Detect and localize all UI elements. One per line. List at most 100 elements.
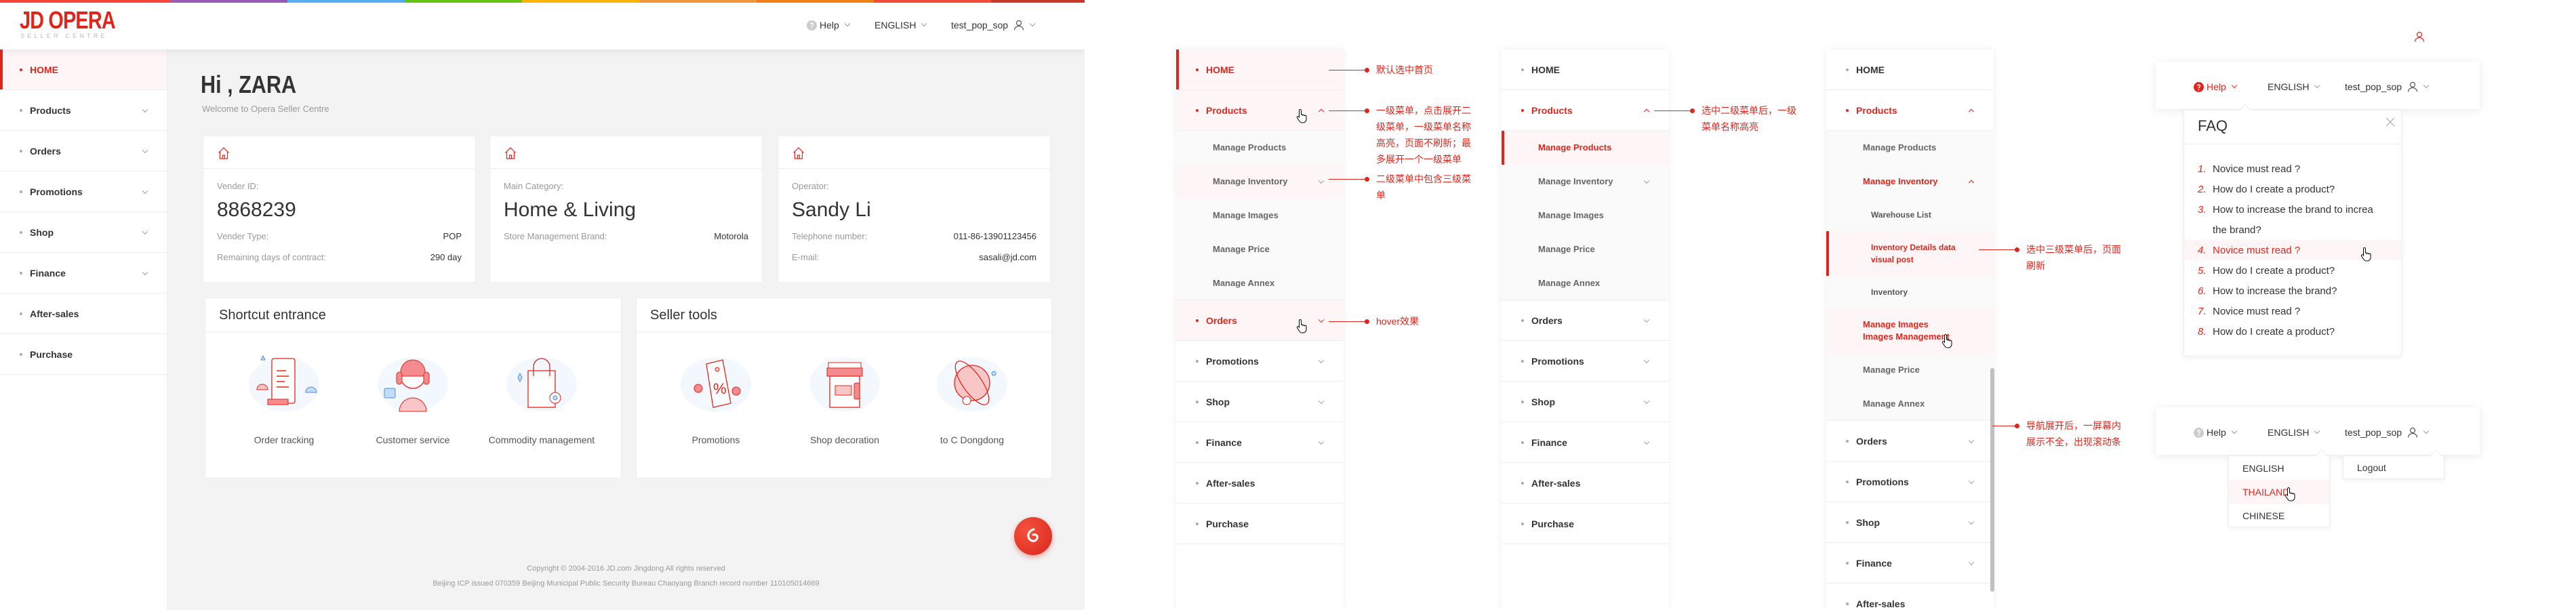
menu-item-label: Manage Annex <box>1863 398 1925 409</box>
menu-item-shop[interactable]: Shop <box>1176 382 1344 422</box>
menu-item-products[interactable]: Products <box>0 90 167 131</box>
language-option-chinese[interactable]: CHINESE <box>2229 504 2329 528</box>
menu-item-finance[interactable]: Finance <box>1826 543 1994 584</box>
menu-item-shop[interactable]: Shop <box>1826 502 1994 543</box>
menu-item-home[interactable]: HOME <box>1826 49 1994 90</box>
hand-cursor-icon <box>2285 487 2295 502</box>
menu-item-after-sales[interactable]: After-sales <box>0 293 167 334</box>
bullet-dot-icon <box>20 190 22 193</box>
menu-item-home[interactable]: HOME <box>1176 49 1344 90</box>
shortcut-customer-service[interactable]: Customer service <box>348 349 477 445</box>
help-menu[interactable]: Help <box>807 18 851 33</box>
menu-item-orders[interactable]: Orders <box>0 131 167 171</box>
help-menu[interactable]: Help <box>2194 425 2238 440</box>
menu-item-manage-annex[interactable]: Manage Annex <box>1826 387 1994 421</box>
faq-item[interactable]: 7. Novice must read ? <box>2184 301 2401 321</box>
menu-item-manage-price[interactable]: Manage Price <box>1502 232 1669 266</box>
menu-item-products[interactable]: Products <box>1502 90 1669 131</box>
menu-item-manage-inventory[interactable]: Manage Inventory <box>1176 165 1344 199</box>
menu-item-promotions[interactable]: Promotions <box>1826 462 1994 502</box>
shortcut-order-tracking[interactable]: Order tracking <box>220 349 348 445</box>
menu-item-shop[interactable]: Shop <box>0 212 167 253</box>
language-option-thailand[interactable]: THAILAND <box>2229 480 2329 504</box>
chevron-down-icon <box>1968 559 1975 565</box>
menu-item-manage-inventory[interactable]: Manage Inventory <box>1502 165 1669 199</box>
menu-item-manage-annex[interactable]: Manage Annex <box>1176 266 1344 300</box>
menu-item-manage-annex[interactable]: Manage Annex <box>1502 266 1669 300</box>
menu-item-inventory[interactable]: Inventory <box>1826 276 1994 308</box>
svg-text:%: % <box>713 380 727 397</box>
help-menu[interactable]: Help <box>2194 79 2238 94</box>
menu-item-label: Manage Annex <box>1538 277 1601 288</box>
menu-item-finance[interactable]: Finance <box>1502 422 1669 463</box>
menu-item-home[interactable]: HOME <box>1502 49 1669 90</box>
menu-item-finance[interactable]: Finance <box>0 253 167 293</box>
contract-days-value: 290 day <box>430 252 462 262</box>
chat-float-button[interactable] <box>1014 517 1052 555</box>
menu-item-orders[interactable]: Orders <box>1176 300 1344 341</box>
faq-item[interactable]: 1. Novice must read ? <box>2184 159 2401 179</box>
menu-item-after-sales[interactable]: After-sales <box>1502 463 1669 504</box>
chevron-down-icon <box>2423 82 2430 89</box>
menu-item-manage-price[interactable]: Manage Price <box>1826 353 1994 387</box>
tool-dongdong[interactable]: to C Dongdong <box>908 349 1037 445</box>
menu-item-label: Manage Annex <box>1213 277 1275 288</box>
menu-item-manage-products[interactable]: Manage Products <box>1502 131 1669 165</box>
language-selector[interactable]: ENGLISH <box>874 18 927 33</box>
language-selector[interactable]: ENGLISH <box>2268 425 2320 440</box>
menu-item-manage-products[interactable]: Manage Products <box>1826 131 1994 165</box>
menu-item-finance[interactable]: Finance <box>1176 422 1344 463</box>
menu-item-purchase[interactable]: Purchase <box>0 334 167 375</box>
menu-item-manage-images[interactable]: Manage Images <box>1176 199 1344 232</box>
help-icon <box>2194 427 2204 438</box>
menu-item-label: Finance <box>1206 436 1242 448</box>
tool-shop-decoration[interactable]: Shop decoration <box>780 349 909 445</box>
user-menu[interactable]: test_pop_sop <box>951 18 1036 33</box>
menu-item-label: Promotions <box>1206 355 1259 367</box>
sidebar-scrollbar[interactable] <box>1990 368 1994 592</box>
faq-item[interactable]: 3. How to increase the brand to increa <box>2184 199 2401 220</box>
user-menu[interactable]: test_pop_sop <box>2345 79 2430 94</box>
language-option-english[interactable]: ENGLISH <box>2229 456 2329 481</box>
menu-item-orders[interactable]: Orders <box>1826 421 1994 462</box>
menu-item-products[interactable]: Products <box>1826 90 1994 131</box>
menu-item-products[interactable]: Products <box>1176 90 1344 131</box>
menu-item-orders[interactable]: Orders <box>1502 300 1669 341</box>
faq-number: 2. <box>2198 183 2207 195</box>
menu-item-manage-images[interactable]: Manage Images <box>1502 199 1669 232</box>
menu-item-label: Manage Images Images Management <box>1863 319 1950 342</box>
menu-item-manage-price[interactable]: Manage Price <box>1176 232 1344 266</box>
menu-item-warehouse-list[interactable]: Warehouse List <box>1826 199 1994 231</box>
faq-item[interactable]: 2. How do I create a product? <box>2184 179 2401 199</box>
menu-item-after-sales[interactable]: After-sales <box>1826 584 1994 610</box>
menu-item-manage-products[interactable]: Manage Products <box>1176 131 1344 165</box>
tool-promotions[interactable]: % Promotions <box>651 349 780 445</box>
menu-item-promotions[interactable]: Promotions <box>0 171 167 212</box>
menu-item-promotions[interactable]: Promotions <box>1502 341 1669 382</box>
language-selector[interactable]: ENGLISH <box>2268 79 2320 94</box>
faq-item-continued[interactable]: the brand? <box>2184 220 2401 240</box>
menu-item-home[interactable]: HOME <box>0 49 167 90</box>
menu-item-purchase[interactable]: Purchase <box>1176 504 1344 544</box>
operator-info-card: Operator: Sandy Li Telephone number: 011-… <box>778 136 1051 283</box>
menu-item-shop[interactable]: Shop <box>1502 382 1669 422</box>
bullet-dot-icon <box>20 230 22 234</box>
menu-item-manage-inventory[interactable]: Manage Inventory <box>1826 165 1994 199</box>
chevron-down-icon <box>1318 317 1325 323</box>
chevron-down-icon <box>1029 20 1036 27</box>
faq-item[interactable]: 8. How do I create a product? <box>2184 321 2401 342</box>
shortcut-entrance-title: Shortcut entrance <box>205 298 621 332</box>
faq-item[interactable]: 5. How do I create a product? <box>2184 260 2401 281</box>
close-icon[interactable] <box>2386 117 2395 127</box>
shortcut-label: Customer service <box>376 434 450 445</box>
user-menu[interactable]: test_pop_sop <box>2345 425 2430 440</box>
menu-item-after-sales[interactable]: After-sales <box>1176 463 1344 504</box>
faq-item[interactable]: 6. How to increase the brand? <box>2184 281 2401 301</box>
shortcut-commodity-management[interactable]: Commodity management <box>477 349 606 445</box>
logo-title[interactable]: JD OPERA <box>20 8 116 33</box>
menu-item-purchase[interactable]: Purchase <box>1502 504 1669 544</box>
menu-item-promotions[interactable]: Promotions <box>1176 341 1344 382</box>
menu-item-inventory-details-data-visual-post[interactable]: Inventory Details data visual post <box>1826 231 1994 276</box>
menu-item-manage-images-images-management[interactable]: Manage Images Images Management <box>1826 308 1994 353</box>
logout-option[interactable]: Logout <box>2343 456 2444 479</box>
